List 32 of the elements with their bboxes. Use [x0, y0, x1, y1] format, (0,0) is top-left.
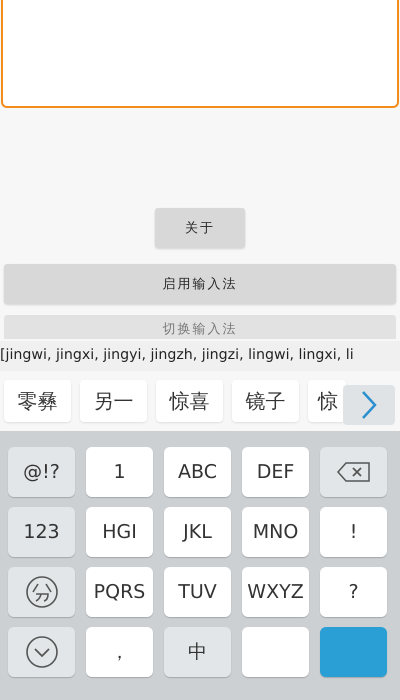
backspace-icon — [336, 461, 372, 483]
key[interactable]: HGI — [86, 507, 153, 557]
split-icon — [24, 575, 58, 609]
key[interactable]: MNO — [242, 507, 309, 557]
chevron-down-icon — [24, 635, 58, 669]
candidate[interactable]: 镜子 — [232, 380, 299, 422]
text-area[interactable] — [1, 0, 399, 108]
key[interactable]: DEF — [242, 447, 309, 497]
backspace-key[interactable] — [320, 447, 387, 497]
pinyin-text: [jingwi, jingxi, jingyi, jingzh, jingzi, lingwi, lingxi, li — [0, 347, 354, 365]
more-candidates-button[interactable] — [343, 385, 395, 425]
key[interactable]: 中 — [164, 627, 231, 677]
split-key[interactable] — [8, 567, 75, 617]
key[interactable]: ! — [320, 507, 387, 557]
key[interactable]: ABC — [164, 447, 231, 497]
key[interactable]: ? — [320, 567, 387, 617]
button[interactable]: 启用输入法 — [4, 264, 396, 304]
key[interactable]: JKL — [164, 507, 231, 557]
candidate[interactable]: 惊喜 — [156, 380, 223, 422]
key[interactable]: @!? — [8, 447, 75, 497]
key[interactable]: TUV — [164, 567, 231, 617]
candidate[interactable]: 另一 — [80, 380, 147, 422]
candidate[interactable]: 零彝 — [4, 380, 71, 422]
key[interactable]: WXYZ — [242, 567, 309, 617]
candidate[interactable]: 惊 — [308, 380, 346, 422]
key[interactable]: 123 — [8, 507, 75, 557]
hide-keyboard-key[interactable] — [8, 627, 75, 677]
key[interactable]: ， — [86, 627, 153, 677]
key[interactable]: 1 — [86, 447, 153, 497]
button[interactable]: 关于 — [155, 208, 245, 248]
key[interactable]: PQRS — [86, 567, 153, 617]
chevron-right-icon — [361, 390, 377, 420]
